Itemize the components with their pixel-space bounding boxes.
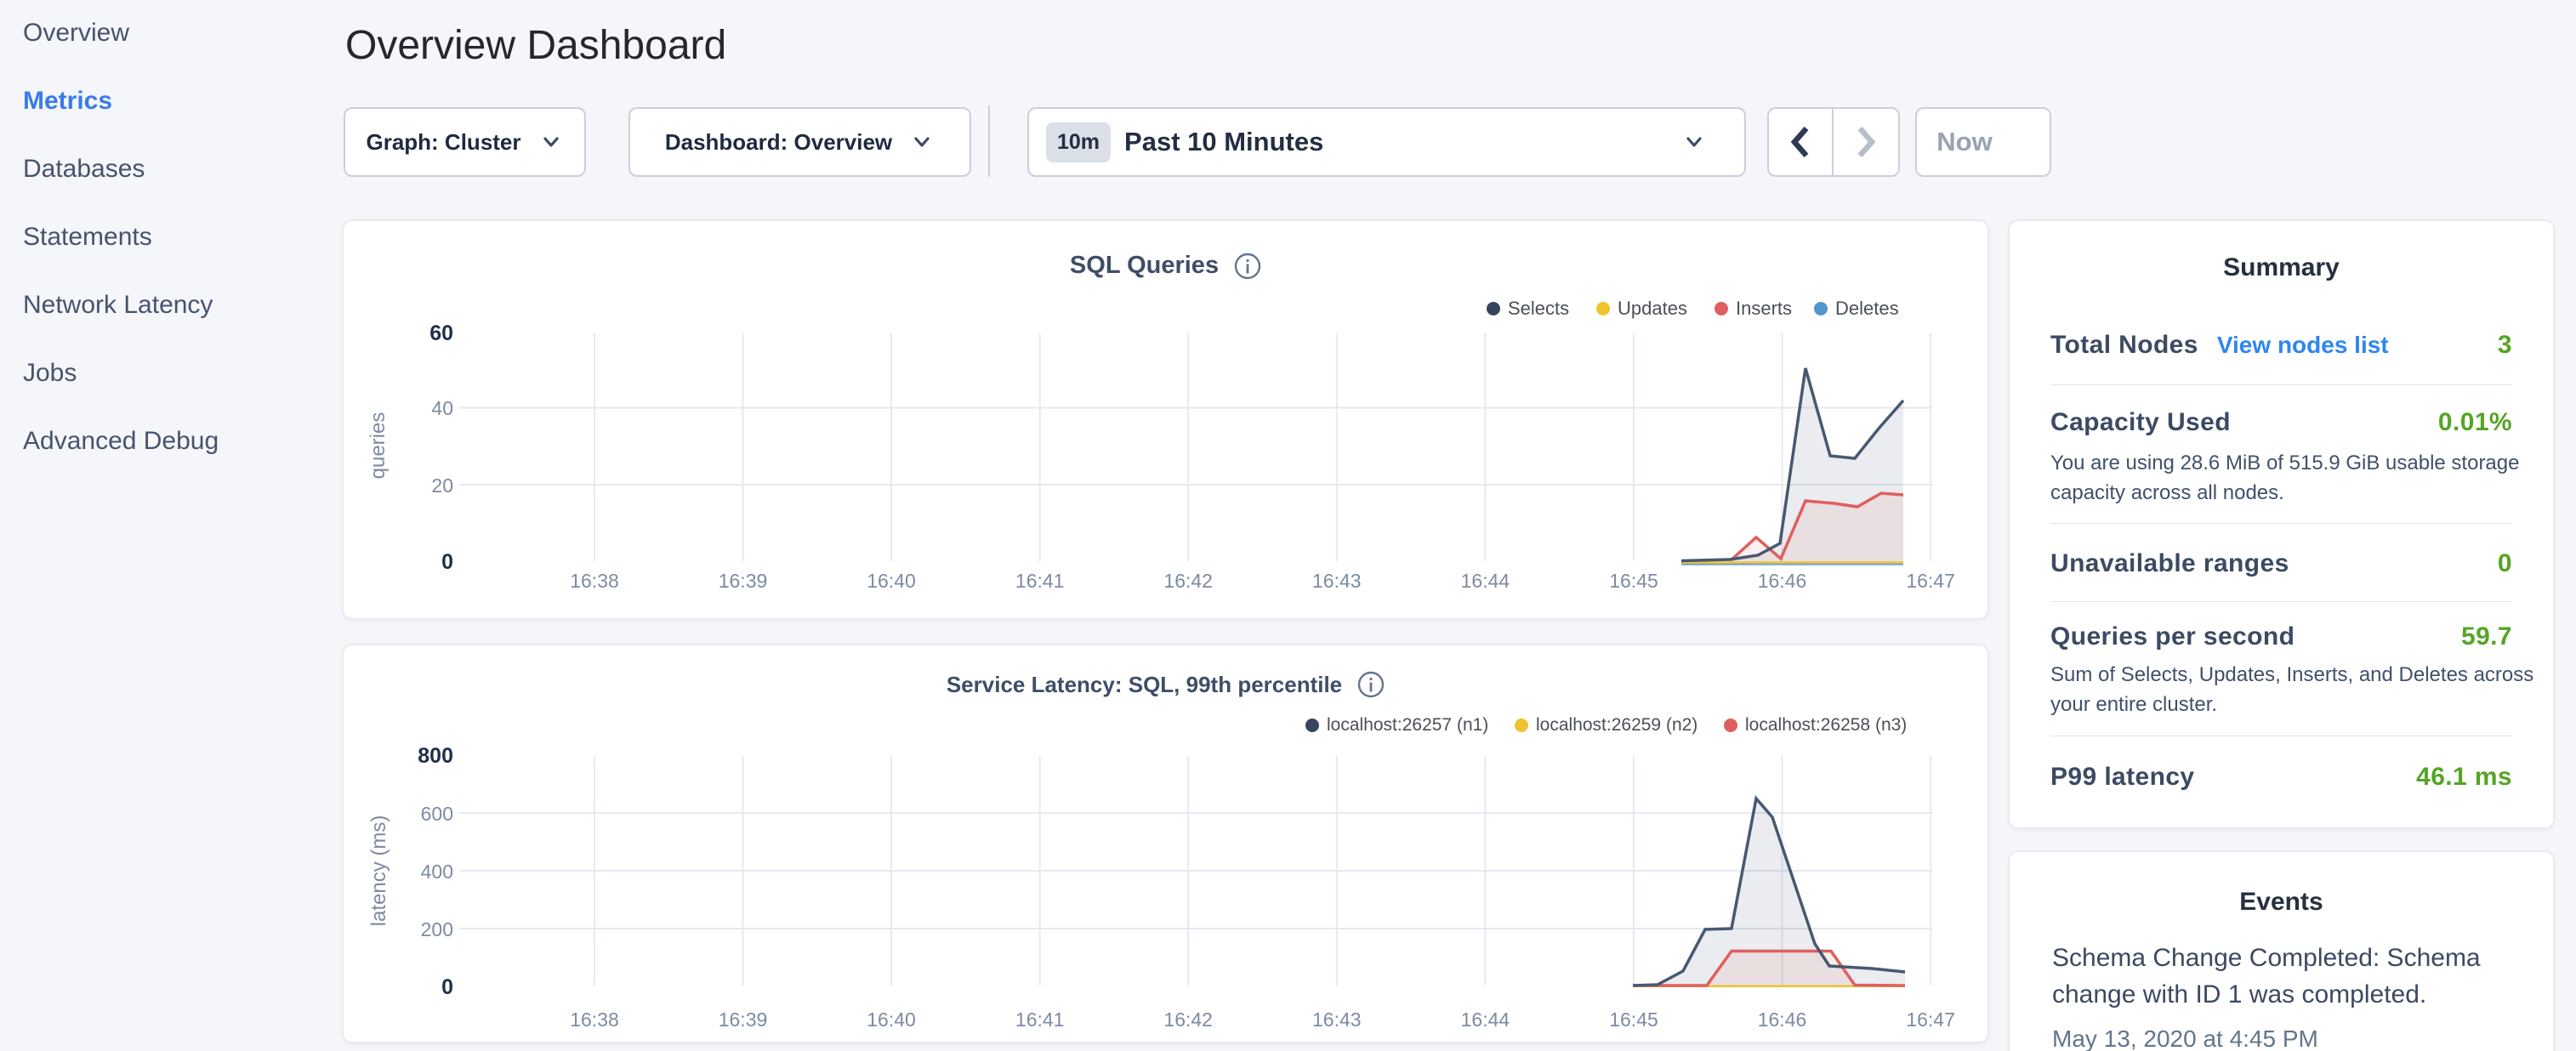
- svg-text:16:42: 16:42: [1163, 570, 1213, 592]
- svg-text:40: 40: [431, 397, 453, 419]
- svg-text:800: 800: [418, 744, 453, 768]
- svg-text:latency (ms): latency (ms): [367, 815, 390, 927]
- svg-text:16:45: 16:45: [1609, 1008, 1658, 1031]
- svg-text:16:40: 16:40: [867, 1008, 916, 1031]
- svg-text:16:38: 16:38: [570, 570, 619, 592]
- svg-text:16:46: 16:46: [1758, 570, 1807, 592]
- svg-text:16:39: 16:39: [719, 1008, 768, 1031]
- svg-text:16:46: 16:46: [1758, 1008, 1807, 1031]
- svg-text:200: 200: [421, 918, 453, 940]
- svg-text:16:47: 16:47: [1906, 1008, 1955, 1031]
- svg-text:60: 60: [429, 321, 453, 345]
- svg-text:0: 0: [441, 975, 453, 999]
- svg-text:16:44: 16:44: [1461, 1008, 1510, 1031]
- svg-text:16:42: 16:42: [1163, 1008, 1213, 1031]
- svg-text:16:41: 16:41: [1015, 1008, 1065, 1031]
- svg-text:16:41: 16:41: [1015, 570, 1065, 592]
- svg-text:16:45: 16:45: [1609, 570, 1658, 592]
- svg-text:queries: queries: [367, 412, 390, 480]
- svg-text:0: 0: [441, 550, 453, 574]
- svg-text:600: 600: [421, 803, 453, 825]
- svg-text:16:43: 16:43: [1312, 570, 1362, 592]
- svg-text:16:47: 16:47: [1906, 570, 1955, 592]
- svg-text:16:39: 16:39: [719, 570, 768, 592]
- svg-text:16:40: 16:40: [867, 570, 916, 592]
- svg-text:400: 400: [421, 861, 453, 883]
- svg-text:16:38: 16:38: [570, 1008, 619, 1031]
- svg-text:16:43: 16:43: [1312, 1008, 1362, 1031]
- svg-text:20: 20: [431, 474, 453, 497]
- svg-text:16:44: 16:44: [1461, 570, 1510, 592]
